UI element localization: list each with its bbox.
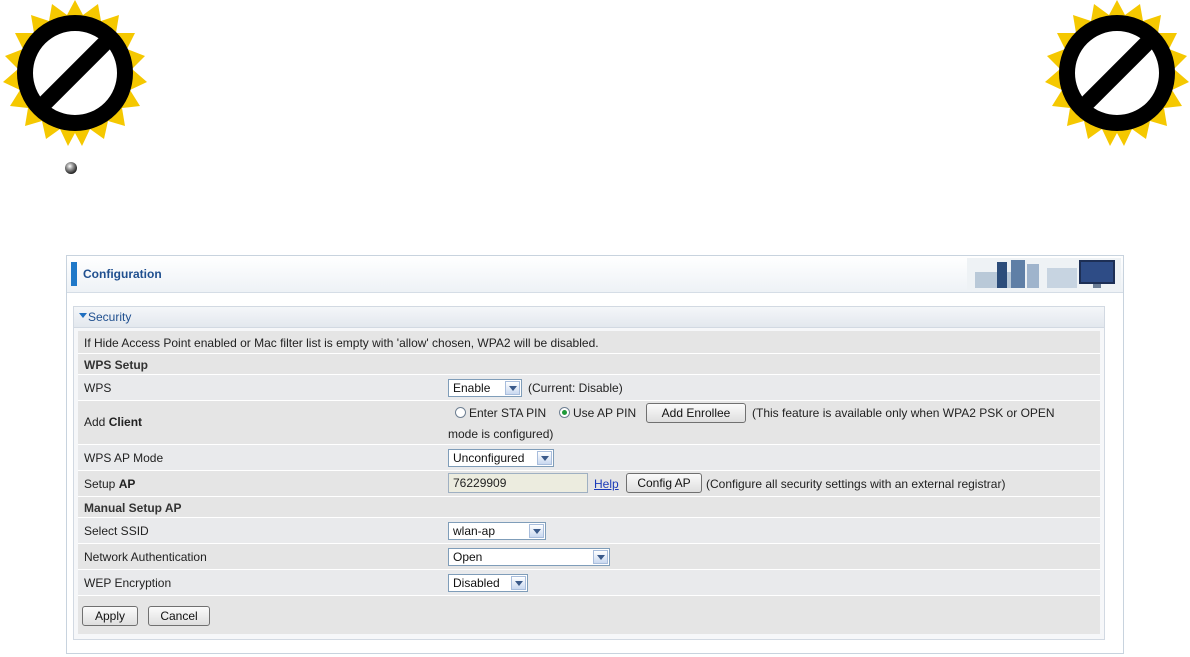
apply-button[interactable]: Apply: [82, 606, 138, 626]
chevron-down-icon[interactable]: [529, 524, 544, 538]
select-ssid-label: Select SSID: [84, 524, 149, 538]
wps-row: WPS Enable (Current: Disable): [78, 375, 1100, 401]
manual-setup-heading-row: Manual Setup AP: [78, 497, 1100, 518]
wps-ap-mode-row: WPS AP Mode Unconfigured: [78, 445, 1100, 471]
manual-setup-heading: Manual Setup AP: [84, 501, 182, 515]
wps-select-value: Enable: [453, 381, 491, 395]
add-client-note-line2: mode is configured): [448, 427, 554, 441]
wps-setup-heading-row: WPS Setup: [78, 354, 1100, 375]
notice-row: If Hide Access Point enabled or Mac filt…: [78, 331, 1100, 354]
notice-text: If Hide Access Point enabled or Mac filt…: [84, 336, 599, 350]
network-authentication-select[interactable]: Open: [448, 548, 610, 566]
add-enrollee-button[interactable]: Add Enrollee: [646, 403, 746, 423]
action-row: Apply Cancel: [78, 596, 1100, 634]
wps-current-status: (Current: Disable): [528, 381, 623, 395]
section-title: Security: [88, 310, 132, 324]
prohibited-sign-icon: [1042, 0, 1190, 150]
header-accent-bar: [71, 262, 77, 286]
wps-ap-mode-label: WPS AP Mode: [84, 451, 164, 465]
wps-label: WPS: [84, 381, 112, 395]
page-title: Configuration: [83, 267, 162, 281]
chevron-down-icon[interactable]: [505, 381, 520, 395]
panel-header: Configuration: [67, 256, 1123, 293]
add-client-label: Add Client: [84, 415, 143, 429]
ap-pin-field[interactable]: 76229909: [448, 473, 588, 493]
chevron-down-icon[interactable]: [593, 550, 608, 564]
help-link[interactable]: Help: [594, 477, 619, 491]
wps-select[interactable]: Enable: [448, 379, 522, 397]
wps-setup-heading: WPS Setup: [84, 358, 149, 372]
collapse-triangle-icon[interactable]: [79, 313, 87, 318]
wep-encryption-label: WEP Encryption: [84, 576, 172, 590]
chevron-down-icon[interactable]: [511, 576, 526, 590]
ssid-select-value: wlan-ap: [453, 524, 496, 538]
enter-sta-pin-radio[interactable]: [455, 407, 466, 418]
wps-ap-mode-value: Unconfigured: [453, 451, 525, 465]
wps-ap-mode-select[interactable]: Unconfigured: [448, 449, 554, 467]
network-authentication-label: Network Authentication: [84, 550, 207, 564]
network-authentication-row: Network Authentication Open: [78, 544, 1100, 570]
enter-sta-pin-label: Enter STA PIN: [469, 406, 547, 420]
wep-encryption-value: Disabled: [453, 576, 500, 590]
cancel-button[interactable]: Cancel: [148, 606, 210, 626]
security-section: Security If Hide Access Point enabled or…: [73, 306, 1105, 640]
prohibited-sign-icon: [0, 0, 150, 150]
ssid-select[interactable]: wlan-ap: [448, 522, 546, 540]
use-ap-pin-label: Use AP PIN: [573, 406, 637, 420]
config-ap-note: (Configure all security settings with an…: [706, 477, 1006, 491]
add-client-row: Add Client Enter STA PIN Use AP PIN Add …: [78, 401, 1100, 445]
use-ap-pin-radio[interactable]: [559, 407, 570, 418]
add-client-note-line1: (This feature is available only when WPA…: [752, 406, 1055, 420]
setup-ap-row: Setup AP 76229909 Help Config AP (Config…: [78, 471, 1100, 497]
configuration-panel: Configuration Security If Hide Access Po…: [66, 255, 1124, 654]
setup-ap-label: Setup AP: [84, 477, 136, 491]
sphere-bullet-icon: [64, 161, 78, 175]
security-section-header[interactable]: Security: [74, 307, 1104, 328]
network-authentication-value: Open: [453, 550, 483, 564]
chevron-down-icon[interactable]: [537, 451, 552, 465]
wep-encryption-row: WEP Encryption Disabled: [78, 570, 1100, 596]
office-banner-icon: [967, 258, 1121, 290]
config-ap-button[interactable]: Config AP: [626, 473, 702, 493]
wep-encryption-select[interactable]: Disabled: [448, 574, 528, 592]
select-ssid-row: Select SSID wlan-ap: [78, 518, 1100, 544]
